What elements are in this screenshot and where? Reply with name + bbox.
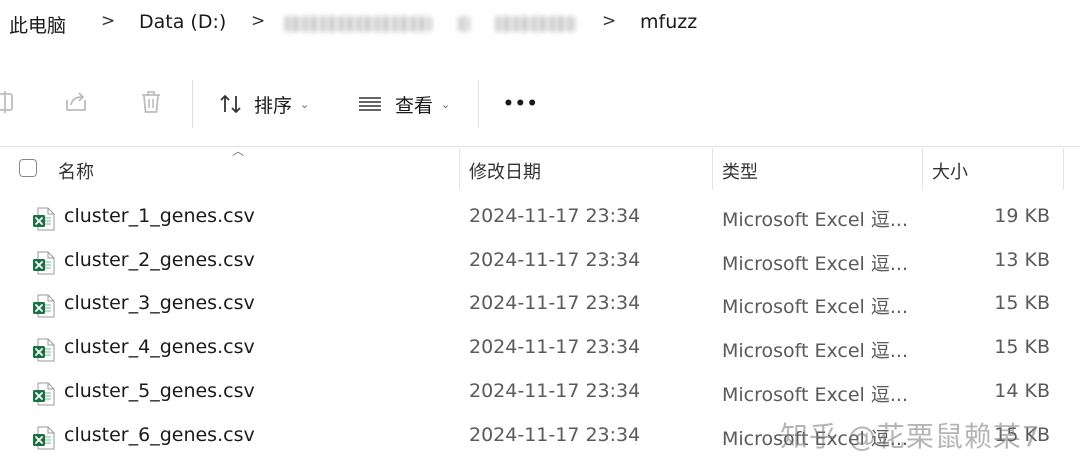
delete-icon[interactable]: [137, 88, 165, 116]
file-modified-date: 2024-11-17 23:34: [469, 205, 641, 227]
toolbar-divider: [478, 80, 479, 128]
file-name: cluster_5_genes.csv: [64, 380, 255, 402]
file-size: 19 KB: [994, 205, 1050, 227]
file-type: Microsoft Excel 逗...: [722, 340, 908, 362]
file-row[interactable]: cluster_5_genes.csv 2024-11-17 23:34 Micro…: [0, 372, 1080, 416]
breadcrumb-separator-icon: >: [251, 11, 266, 31]
file-name: cluster_3_genes.csv: [64, 292, 255, 314]
column-header-row: 名称 修改日期 类型 大小: [0, 148, 1080, 190]
file-type: Microsoft Excel 逗...: [722, 209, 908, 231]
column-divider[interactable]: [459, 148, 460, 190]
file-row[interactable]: cluster_3_genes.csv 2024-11-17 23:34 Micro…: [0, 284, 1080, 328]
sort-button[interactable]: 排序 ⌄: [218, 88, 309, 120]
sort-icon: [220, 95, 241, 113]
chevron-down-icon: ⌄: [300, 97, 310, 111]
file-name: cluster_1_genes.csv: [64, 205, 255, 227]
file-modified-date: 2024-11-17 23:34: [469, 424, 641, 446]
breadcrumb-separator-icon: >: [101, 11, 116, 31]
view-list-icon: [359, 97, 381, 111]
column-divider[interactable]: [922, 148, 923, 190]
column-divider[interactable]: [1063, 148, 1064, 190]
file-modified-date: 2024-11-17 23:34: [469, 380, 641, 402]
excel-file-icon: [33, 338, 55, 362]
toolbar-bottom-border: [0, 146, 1080, 147]
sort-ascending-icon: ︿: [232, 144, 245, 158]
select-all-checkbox[interactable]: [19, 159, 37, 177]
column-header-date[interactable]: 修改日期: [469, 158, 541, 184]
breadcrumb-blurred-folder[interactable]: [495, 16, 577, 32]
excel-file-icon: [33, 207, 55, 231]
file-name: cluster_2_genes.csv: [64, 249, 255, 271]
watermark: 知乎 @花栗鼠赖某7: [780, 420, 1041, 453]
view-label: 查看: [395, 94, 434, 117]
file-size: 13 KB: [994, 249, 1050, 271]
breadcrumb: 此电脑 > Data (D:) > > mfuzz: [0, 0, 1080, 48]
file-row[interactable]: cluster_1_genes.csv 2024-11-17 23:34 Micro…: [0, 197, 1080, 241]
rename-icon[interactable]: [0, 88, 20, 116]
sort-label: 排序: [254, 94, 293, 117]
share-icon[interactable]: [62, 88, 90, 116]
view-button[interactable]: 查看 ⌄: [357, 88, 450, 120]
excel-file-icon: [33, 251, 55, 275]
file-size: 14 KB: [994, 380, 1050, 402]
file-size: 15 KB: [994, 292, 1050, 314]
more-options-button[interactable]: •••: [503, 88, 539, 120]
file-name: cluster_6_genes.csv: [64, 424, 255, 446]
more-options-icon: •••: [503, 94, 539, 114]
breadcrumb-separator-icon: >: [602, 11, 617, 31]
column-header-size[interactable]: 大小: [932, 158, 968, 184]
column-header-type[interactable]: 类型: [722, 158, 758, 184]
file-name: cluster_4_genes.csv: [64, 336, 255, 358]
file-type: Microsoft Excel 逗...: [722, 253, 908, 275]
file-type: Microsoft Excel 逗...: [722, 384, 908, 406]
file-row[interactable]: cluster_4_genes.csv 2024-11-17 23:34 Micro…: [0, 328, 1080, 372]
excel-file-icon: [33, 294, 55, 318]
breadcrumb-mfuzz[interactable]: mfuzz: [640, 11, 697, 33]
file-modified-date: 2024-11-17 23:34: [469, 292, 641, 314]
breadcrumb-blurred-separator: [458, 16, 470, 32]
chevron-down-icon: ⌄: [441, 97, 451, 111]
file-row[interactable]: cluster_2_genes.csv 2024-11-17 23:34 Micro…: [0, 241, 1080, 285]
toolbar-divider: [192, 80, 193, 128]
file-modified-date: 2024-11-17 23:34: [469, 249, 641, 271]
column-header-name[interactable]: 名称: [58, 158, 94, 184]
file-size: 15 KB: [994, 336, 1050, 358]
column-divider[interactable]: [712, 148, 713, 190]
file-modified-date: 2024-11-17 23:34: [469, 336, 641, 358]
breadcrumb-this-pc[interactable]: 此电脑: [9, 11, 66, 38]
breadcrumb-data-drive[interactable]: Data (D:): [139, 11, 226, 33]
file-type: Microsoft Excel 逗...: [722, 296, 908, 318]
excel-file-icon: [33, 426, 55, 450]
breadcrumb-blurred-folder[interactable]: [284, 16, 432, 32]
excel-file-icon: [33, 382, 55, 406]
